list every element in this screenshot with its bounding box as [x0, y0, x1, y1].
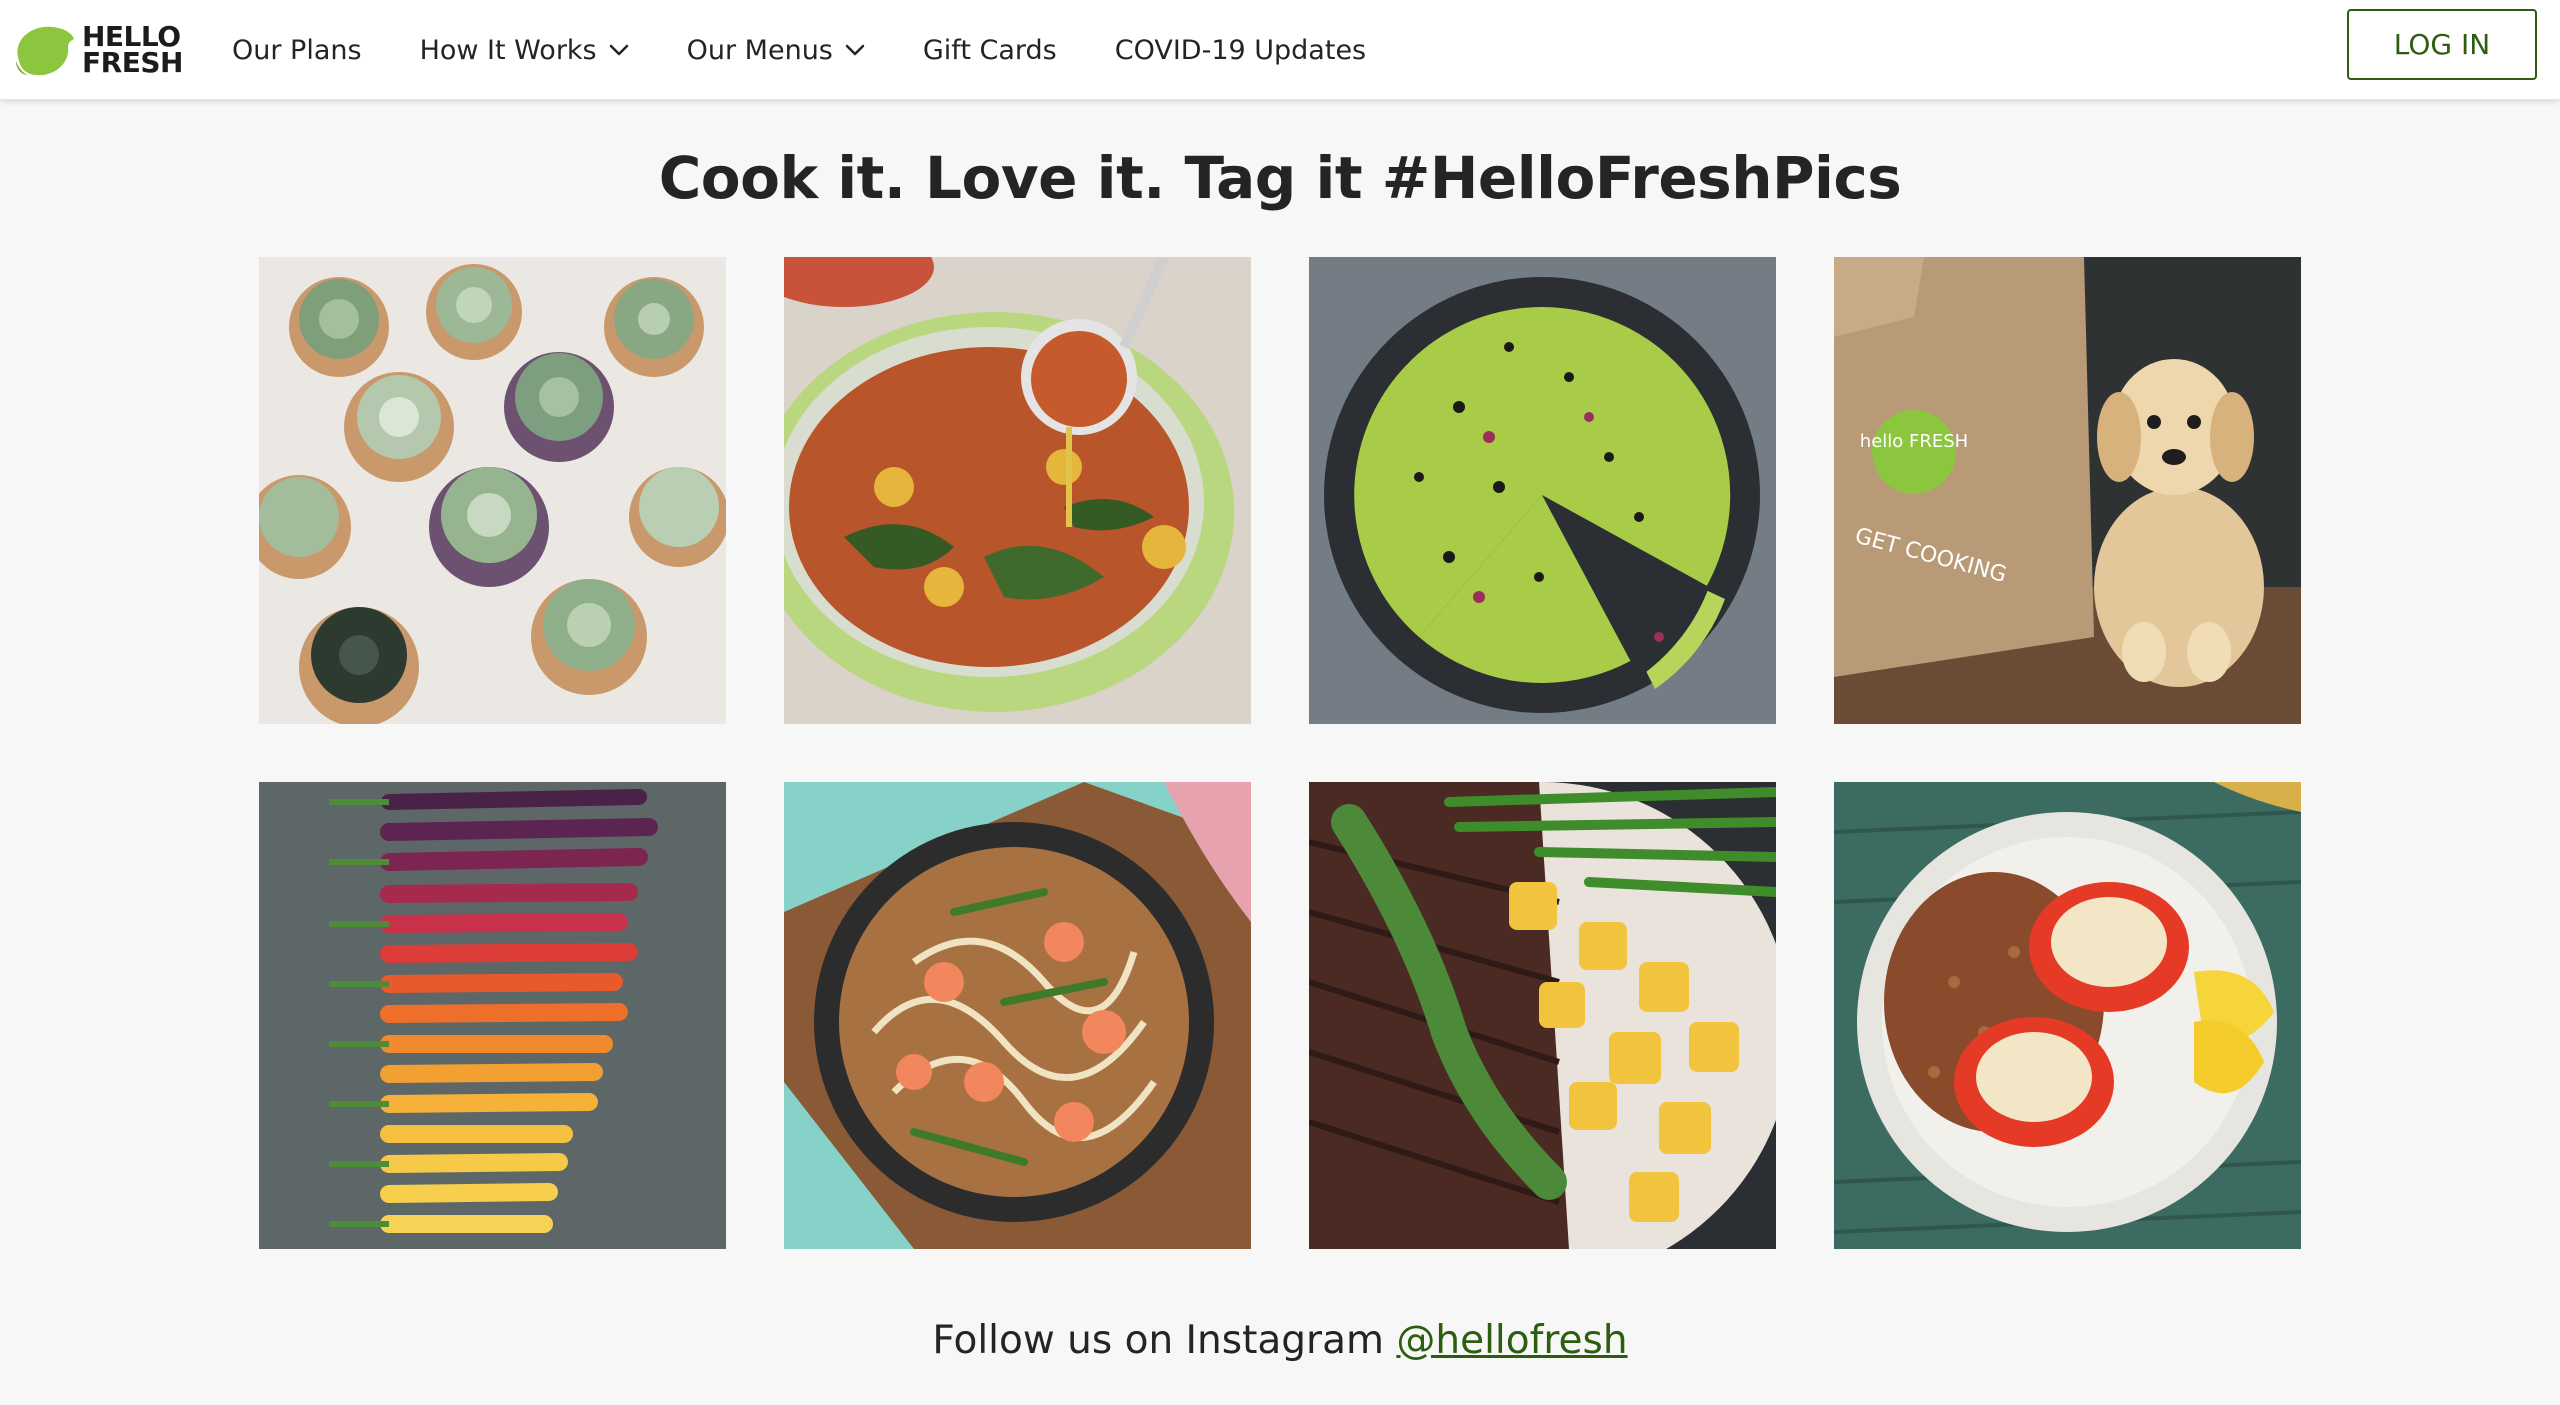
chevron-down-icon	[845, 44, 865, 56]
cupcakes-image	[259, 257, 726, 724]
gallery-photo-carrots[interactable]	[259, 782, 726, 1249]
nav-item-label: COVID-19 Updates	[1114, 34, 1367, 66]
box-logo-text: hello FRESH	[1860, 431, 1968, 452]
chevron-down-icon	[609, 44, 628, 56]
nav-item-label: Our Plans	[232, 34, 362, 66]
gallery-photo-puppy[interactable]: hello FRESH GET COOKING	[1834, 257, 2301, 724]
logo-wordmark: HELLO FRESH	[82, 23, 183, 79]
follow-text: Follow us on Instagram	[932, 1318, 1397, 1363]
logo-line-2: FRESH	[82, 46, 183, 79]
steak-image	[1309, 782, 1776, 1249]
nav-our-plans[interactable]: Our Plans	[232, 35, 362, 66]
avocado-pizza-image	[1309, 257, 1776, 724]
gallery-photo-cupcakes[interactable]	[259, 257, 726, 724]
nav-item-label: How It Works	[419, 34, 597, 66]
nav-how-it-works[interactable]: How It Works	[420, 35, 629, 66]
main-nav: Our Plans How It Works Our Menus Gift Ca…	[232, 0, 1424, 100]
page-title: Cook it. Love it. Tag it #HelloFreshPics	[658, 144, 1902, 212]
site-header: HELLO FRESH Our Plans How It Works Our M…	[0, 0, 2560, 100]
hellofresh-logo[interactable]: HELLO FRESH	[12, 20, 184, 80]
stuffed-peppers-image	[1834, 782, 2301, 1249]
puppy-image: hello FRESH GET COOKING	[1834, 257, 2301, 724]
nav-item-label: Gift Cards	[922, 34, 1057, 66]
gallery-photo-steak[interactable]	[1309, 782, 1776, 1249]
gallery-photo-avocado-pizza[interactable]	[1309, 257, 1776, 724]
gallery-photo-shrimp-bowl[interactable]	[784, 782, 1251, 1249]
instagram-follow: Follow us on Instagram @hellofresh	[0, 1318, 2560, 1363]
nav-our-menus[interactable]: Our Menus	[687, 35, 865, 66]
carrots-image	[259, 782, 726, 1249]
nav-gift-cards[interactable]: Gift Cards	[923, 35, 1057, 66]
lime-logo-icon	[16, 26, 74, 76]
nav-covid-updates[interactable]: COVID-19 Updates	[1115, 35, 1366, 66]
soup-image	[784, 257, 1251, 724]
gallery-photo-soup[interactable]	[784, 257, 1251, 724]
instagram-gallery: hello FRESH GET COOKING	[259, 257, 2301, 1249]
instagram-handle-link[interactable]: @hellofresh	[1396, 1318, 1627, 1363]
nav-item-label: Our Menus	[686, 34, 833, 66]
gallery-photo-peppers[interactable]	[1834, 782, 2301, 1249]
login-button[interactable]: LOG IN	[2347, 9, 2537, 80]
shrimp-bowl-image	[784, 782, 1251, 1249]
